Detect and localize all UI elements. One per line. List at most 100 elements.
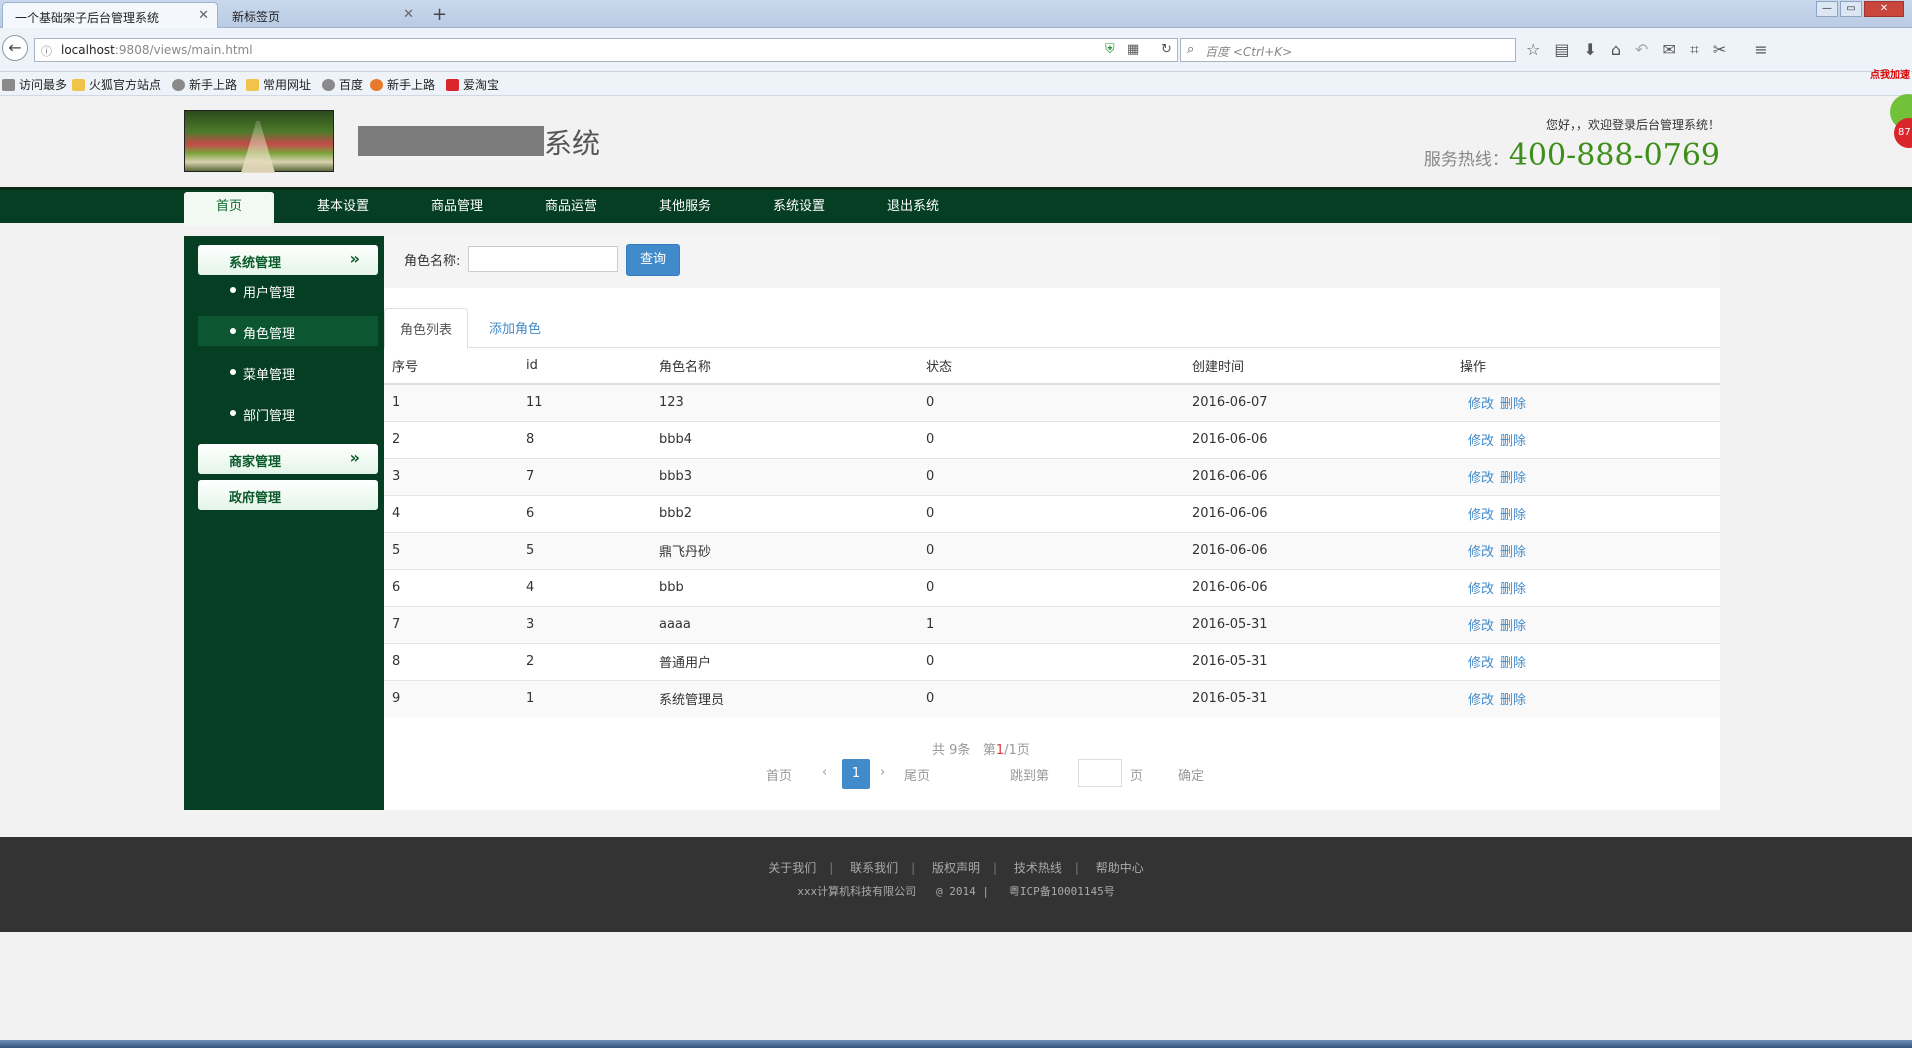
delete-link[interactable]: 删除 — [1500, 397, 1526, 412]
crop-icon[interactable]: ⌗ — [1690, 40, 1699, 60]
info-icon[interactable]: ⓘ — [41, 43, 52, 59]
nav-item-basic-settings[interactable]: 基本设置 — [298, 190, 388, 226]
delete-link[interactable]: 删除 — [1500, 619, 1526, 634]
footer: 关于我们 | 联系我们 | 版权声明 | 技术热线 | 帮助中心 xxx计算机科技有限公… — [0, 837, 1912, 932]
edit-link[interactable]: 修改 — [1468, 656, 1494, 671]
search-bar[interactable]: ⌕ 百度 <Ctrl+K> — [1180, 38, 1516, 62]
sidebar-group-system[interactable]: 系统管理 » — [198, 245, 378, 275]
nav-item-home[interactable]: 首页 — [184, 192, 274, 226]
table-cell: 0 — [918, 531, 1184, 569]
qr-code-icon[interactable]: ▦ — [1127, 42, 1139, 57]
table-cell: 1 — [918, 605, 1184, 643]
bookmark-item[interactable]: 爱淘宝 — [446, 76, 499, 93]
table-cell: bbb4 — [651, 420, 918, 458]
browser-tab-new[interactable]: 新标签页 ✕ — [220, 2, 422, 28]
delete-link[interactable]: 删除 — [1500, 545, 1526, 560]
bookmark-star-icon[interactable]: ☆ — [1526, 40, 1540, 60]
table-cell: 3 — [518, 605, 651, 643]
bookmark-item[interactable]: 访问最多 — [2, 76, 67, 93]
sidebar-item-departments[interactable]: 部门管理 — [198, 398, 378, 428]
table-row: 8 2 普通用户 0 2016-05-31 修改 删除 — [384, 642, 1720, 680]
sidebar-item-users[interactable]: 用户管理 — [198, 275, 378, 305]
confirm-button[interactable]: 确定 — [1178, 765, 1204, 784]
nav-item-system-settings[interactable]: 系统设置 — [754, 190, 844, 226]
nav-item-goods[interactable]: 商品管理 — [412, 190, 502, 226]
edit-link[interactable]: 修改 — [1468, 693, 1494, 708]
footer-link-hotline[interactable]: 技术热线 — [1014, 861, 1062, 875]
delete-link[interactable]: 删除 — [1500, 508, 1526, 523]
edit-link[interactable]: 修改 — [1468, 434, 1494, 449]
bookmark-item[interactable]: 百度 — [322, 76, 363, 93]
sidebar-group-merchants[interactable]: 商家管理 » — [198, 444, 378, 474]
nav-item-operations[interactable]: 商品运营 — [526, 190, 616, 226]
footer-link-about[interactable]: 关于我们 — [768, 861, 816, 875]
sidebar-group-government[interactable]: 政府管理 — [198, 480, 378, 510]
table-cell: 普通用户 — [651, 642, 918, 680]
table-cell: 鼎飞丹砂 — [651, 531, 918, 569]
speed-up-widget[interactable]: 点我加速 87 — [1870, 66, 1912, 158]
bookmark-item[interactable]: 新手上路 — [370, 76, 435, 93]
actions-cell: 修改 删除 — [1452, 568, 1720, 606]
footer-link-copyright[interactable]: 版权声明 — [932, 861, 980, 875]
table-header-row: 序号 id 角色名称 状态 创建时间 操作 — [384, 348, 1720, 385]
delete-link[interactable]: 删除 — [1500, 434, 1526, 449]
hotline-label: 服务热线： — [1423, 150, 1509, 170]
nav-item-other-services[interactable]: 其他服务 — [640, 190, 730, 226]
tab-role-list[interactable]: 角色列表 — [384, 308, 469, 349]
page-number-button[interactable]: 1 — [842, 759, 870, 789]
edit-link[interactable]: 修改 — [1468, 508, 1494, 523]
table-cell: 6 — [518, 494, 651, 532]
shield-icon[interactable]: ⛨ — [1105, 42, 1115, 57]
browser-tab-title: 一个基础架子后台管理系统 — [15, 11, 160, 25]
browser-tab-active[interactable]: 一个基础架子后台管理系统 ✕ — [2, 2, 218, 28]
bookmark-item[interactable]: 常用网址 — [246, 76, 311, 93]
table-cell: 123 — [651, 383, 918, 421]
sidebar: 系统管理 » 用户管理 角色管理 菜单管理 部门管理 商家管理 » 政府管理 — [184, 236, 384, 810]
sidebar-item-menus[interactable]: 菜单管理 — [198, 357, 378, 387]
first-page-link[interactable]: 首页 — [766, 765, 792, 784]
footer-link-help[interactable]: 帮助中心 — [1096, 861, 1144, 875]
delete-link[interactable]: 删除 — [1500, 693, 1526, 708]
table-cell: 2016-05-31 — [1184, 679, 1452, 717]
edit-link[interactable]: 修改 — [1468, 582, 1494, 597]
nav-item-logout[interactable]: 退出系统 — [868, 190, 958, 226]
table-row: 4 6 bbb2 0 2016-06-06 修改 删除 — [384, 494, 1720, 532]
delete-link[interactable]: 删除 — [1500, 582, 1526, 597]
menu-icon[interactable]: ≡ — [1754, 40, 1767, 60]
home-icon[interactable]: ⌂ — [1611, 40, 1621, 60]
delete-link[interactable]: 删除 — [1500, 471, 1526, 486]
tab-add-role[interactable]: 添加角色 — [474, 308, 556, 349]
back-arrow-icon[interactable]: ← — [2, 35, 28, 61]
prev-page-icon[interactable]: ‹ — [822, 765, 827, 780]
bookmark-item[interactable]: 新手上路 — [172, 76, 237, 93]
undo-icon[interactable]: ↶ — [1635, 40, 1648, 60]
edit-link[interactable]: 修改 — [1468, 619, 1494, 634]
edit-link[interactable]: 修改 — [1468, 471, 1494, 486]
role-name-input[interactable] — [468, 246, 618, 272]
close-tab-icon[interactable]: ✕ — [403, 7, 414, 22]
reload-icon[interactable]: ↻ — [1161, 42, 1172, 57]
main-content: 角色名称: 查询 角色列表 添加角色 序号 id 角色名称 状态 创建时间 操作… — [384, 236, 1720, 810]
extension-icon[interactable]: ✂ — [1713, 40, 1726, 60]
reading-list-icon[interactable]: ▤ — [1554, 40, 1569, 60]
address-bar[interactable]: ⓘ localhost:9808/views/main.html ⛨ ▦ ↻ — [34, 38, 1178, 62]
edit-link[interactable]: 修改 — [1468, 397, 1494, 412]
window-controls: — ▭ ✕ — [1816, 1, 1904, 17]
edit-link[interactable]: 修改 — [1468, 545, 1494, 560]
footer-link-contact[interactable]: 联系我们 — [850, 861, 898, 875]
sidebar-item-roles[interactable]: 角色管理 — [198, 316, 378, 346]
chat-icon[interactable]: ✉ — [1662, 40, 1675, 60]
last-page-link[interactable]: 尾页 — [904, 765, 930, 784]
close-window-icon[interactable]: ✕ — [1864, 1, 1904, 17]
download-icon[interactable]: ⬇ — [1583, 40, 1596, 60]
maximize-icon[interactable]: ▭ — [1840, 1, 1862, 17]
delete-link[interactable]: 删除 — [1500, 656, 1526, 671]
taobao-icon — [446, 79, 459, 91]
bookmark-item[interactable]: 火狐官方站点 — [72, 76, 161, 93]
new-tab-icon[interactable]: + — [432, 4, 447, 25]
close-tab-icon[interactable]: ✕ — [198, 8, 209, 23]
minimize-icon[interactable]: — — [1816, 1, 1838, 17]
query-button[interactable]: 查询 — [626, 244, 680, 276]
next-page-icon[interactable]: › — [880, 765, 885, 780]
jump-page-input[interactable] — [1078, 759, 1122, 787]
